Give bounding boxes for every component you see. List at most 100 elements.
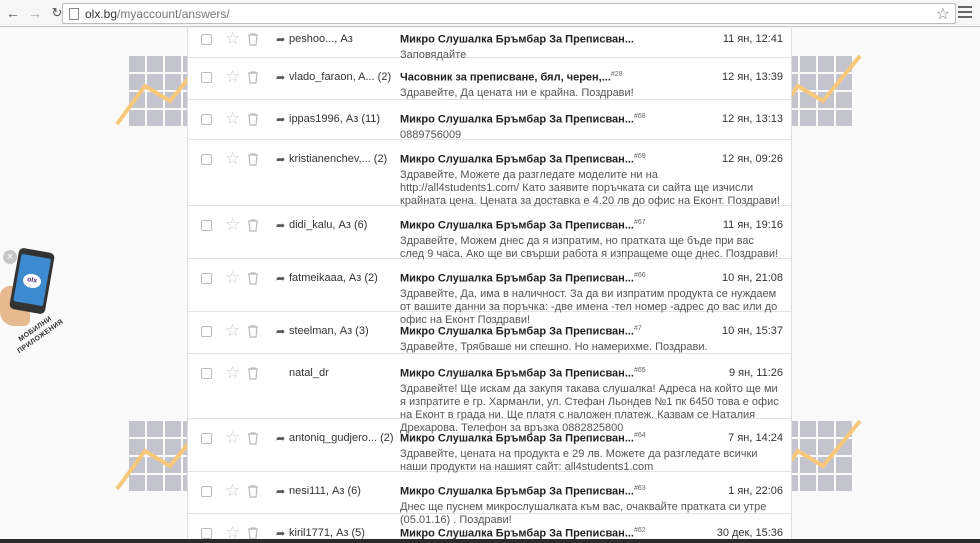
row-checkbox[interactable] xyxy=(201,273,212,284)
row-checkbox[interactable] xyxy=(201,34,212,45)
trash-icon[interactable] xyxy=(247,485,259,498)
trash-icon[interactable] xyxy=(247,325,259,338)
star-icon[interactable]: ☆ xyxy=(225,68,240,85)
back-arrow-icon[interactable]: ← xyxy=(4,4,22,22)
row-checkbox[interactable] xyxy=(201,220,212,231)
message-subject[interactable]: Часовник за преписване, бял, черен,...#2… xyxy=(400,71,623,84)
sender-name[interactable]: didi_kalu, Аз (6) xyxy=(289,219,367,231)
row-checkbox[interactable] xyxy=(201,326,212,337)
message-row[interactable]: ☆ ➦ nesi111, Аз (6) Микро Слушалка Бръмбар … xyxy=(188,472,791,526)
star-icon[interactable]: ☆ xyxy=(225,429,240,446)
reply-arrow-icon: ➦ xyxy=(276,486,286,498)
trash-icon[interactable] xyxy=(247,367,259,380)
message-date: 12 ян, 13:39 xyxy=(722,71,783,83)
star-icon[interactable]: ☆ xyxy=(225,322,240,339)
reply-arrow-icon: ➦ xyxy=(276,326,286,338)
star-icon[interactable]: ☆ xyxy=(225,110,240,127)
message-row[interactable]: ☆ ➦ vlado_faraon, A... (2) Часовник за преп… xyxy=(188,58,791,100)
sender-name[interactable]: peshoo..., Аз xyxy=(289,33,353,45)
message-date: 10 ян, 15:37 xyxy=(722,325,783,337)
ad-number: #65 xyxy=(634,367,646,374)
trash-icon[interactable] xyxy=(247,272,259,285)
sender-name[interactable]: antoniq_gudjero... (2) xyxy=(289,432,394,444)
row-checkbox[interactable] xyxy=(201,433,212,444)
row-checkbox[interactable] xyxy=(201,72,212,83)
message-row[interactable]: ☆ ➦ fatmeikaaa, Аз (2) Микро Слушалка Бръмб… xyxy=(188,259,791,326)
ad-number: #64 xyxy=(634,432,646,439)
message-date: 9 ян, 11:26 xyxy=(728,367,783,379)
message-subject[interactable]: Микро Слушалка Бръмбар За Преписван...#7 xyxy=(400,325,642,338)
menu-icon[interactable] xyxy=(958,6,972,21)
message-subject[interactable]: Микро Слушалка Бръмбар За Преписван...#6… xyxy=(400,485,646,498)
message-subject[interactable]: Микро Слушалка Бръмбар За Преписван... xyxy=(400,33,634,46)
trash-icon[interactable] xyxy=(247,33,259,46)
sender-name[interactable]: nesi111, Аз (6) xyxy=(289,485,361,497)
mobile-apps-promo[interactable]: olx × МОБИЛНИ ПРИЛОЖЕНИЯ xyxy=(0,246,70,376)
star-icon[interactable]: ☆ xyxy=(225,482,240,499)
sender-name[interactable]: vlado_faraon, A... (2) xyxy=(289,71,391,83)
row-checkbox[interactable] xyxy=(201,486,212,497)
sender-name[interactable]: fatmeikaaa, Аз (2) xyxy=(289,272,378,284)
reply-arrow-icon: ➦ xyxy=(276,114,286,126)
message-subject[interactable]: Микро Слушалка Бръмбар За Преписван...#6… xyxy=(400,527,646,540)
message-date: 12 ян, 13:13 xyxy=(722,113,783,125)
star-icon[interactable]: ☆ xyxy=(225,30,240,47)
star-icon[interactable]: ☆ xyxy=(225,269,240,286)
message-row[interactable]: ☆ natal_dr Микро Слушалка Бръмбар За Препи… xyxy=(188,354,791,434)
message-subject[interactable]: Микро Слушалка Бръмбар За Преписван...#6… xyxy=(400,113,646,126)
message-row[interactable]: ☆ ➦ peshoo..., Аз Микро Слушалка Бръмбар За… xyxy=(188,28,791,61)
answers-list: ☆ ➦ peshoo..., Аз Микро Слушалка Бръмбар За… xyxy=(187,28,792,543)
bookmark-star-icon[interactable]: ☆ xyxy=(936,4,950,24)
trash-icon[interactable] xyxy=(247,219,259,232)
trash-icon[interactable] xyxy=(247,113,259,126)
star-icon[interactable]: ☆ xyxy=(225,150,240,167)
reply-arrow-icon: ➦ xyxy=(276,154,286,166)
row-checkbox[interactable] xyxy=(201,114,212,125)
chart-decoration-icon xyxy=(768,419,862,491)
message-row[interactable]: ☆ ➦ ippas1996, Аз (11) Микро Слушалка Бръмб… xyxy=(188,100,791,141)
ad-number: #66 xyxy=(634,272,646,279)
message-preview: Здравейте, Можем днес да я изпратим, но … xyxy=(400,235,779,260)
sender-name[interactable]: kristianenchev,... (2) xyxy=(289,153,387,165)
ad-number: #68 xyxy=(634,113,646,120)
chart-decoration-icon xyxy=(768,54,862,126)
message-date: 11 ян, 19:16 xyxy=(722,219,783,231)
row-checkbox[interactable] xyxy=(201,368,212,379)
ad-number: #62 xyxy=(634,527,646,534)
message-preview: Здравейте, Да цената ни е крайна. Поздра… xyxy=(400,87,634,99)
message-date: 12 ян, 09:26 xyxy=(722,153,783,165)
ad-number: #7 xyxy=(634,325,642,332)
close-icon[interactable]: × xyxy=(3,250,17,264)
message-date: 11 ян, 12:41 xyxy=(722,33,783,45)
sender-name[interactable]: natal_dr xyxy=(289,367,329,379)
row-checkbox[interactable] xyxy=(201,154,212,165)
message-subject[interactable]: Микро Слушалка Бръмбар За Преписван...#6… xyxy=(400,272,646,285)
ad-number: #63 xyxy=(634,485,646,492)
star-icon[interactable]: ☆ xyxy=(225,364,240,381)
message-preview: Здравейте, Можете да разгледате моделите… xyxy=(400,169,780,207)
sender-name[interactable]: ippas1996, Аз (11) xyxy=(289,113,380,125)
message-row[interactable]: ☆ ➦ steelman, Аз (3) Микро Слушалка Бръмбар… xyxy=(188,312,791,354)
message-subject[interactable]: Микро Слушалка Бръмбар За Преписван...#6… xyxy=(400,219,646,232)
sender-name[interactable]: kiril1771, Аз (5) xyxy=(289,527,365,539)
sender-name[interactable]: steelman, Аз (3) xyxy=(289,325,369,337)
message-row[interactable]: ☆ ➦ didi_kalu, Аз (6) Микро Слушалка Бръмба… xyxy=(188,206,791,260)
browser-toolbar: ← → ↻ olx.bg/myaccount/answers/ ☆ xyxy=(0,0,980,27)
row-checkbox[interactable] xyxy=(201,528,212,539)
message-row[interactable]: ☆ ➦ antoniq_gudjero... (2) Микро Слушалка Б… xyxy=(188,419,791,473)
message-subject[interactable]: Микро Слушалка Бръмбар За Преписван...#6… xyxy=(400,367,646,380)
reply-arrow-icon: ➦ xyxy=(276,220,286,232)
message-preview: Здравейте, цената на продукта е 29 лв. М… xyxy=(400,448,758,473)
trash-icon[interactable] xyxy=(247,153,259,166)
message-date: 1 ян, 22:06 xyxy=(728,485,783,497)
address-bar[interactable]: olx.bg/myaccount/answers/ xyxy=(62,3,956,24)
trash-icon[interactable] xyxy=(247,71,259,84)
message-date: 30 дек, 15:36 xyxy=(716,527,783,539)
message-subject[interactable]: Микро Слушалка Бръмбар За Преписван...#6… xyxy=(400,153,646,166)
message-subject[interactable]: Микро Слушалка Бръмбар За Преписван...#6… xyxy=(400,432,646,445)
star-icon[interactable]: ☆ xyxy=(225,216,240,233)
trash-icon[interactable] xyxy=(247,432,259,445)
page-content: olx × МОБИЛНИ ПРИЛОЖЕНИЯ ☆ ➦ peshoo..., Аз… xyxy=(0,28,980,543)
message-row[interactable]: ☆ ➦ kristianenchev,... (2) Микро Слушалка Б… xyxy=(188,140,791,207)
forward-arrow-icon[interactable]: → xyxy=(26,4,44,22)
